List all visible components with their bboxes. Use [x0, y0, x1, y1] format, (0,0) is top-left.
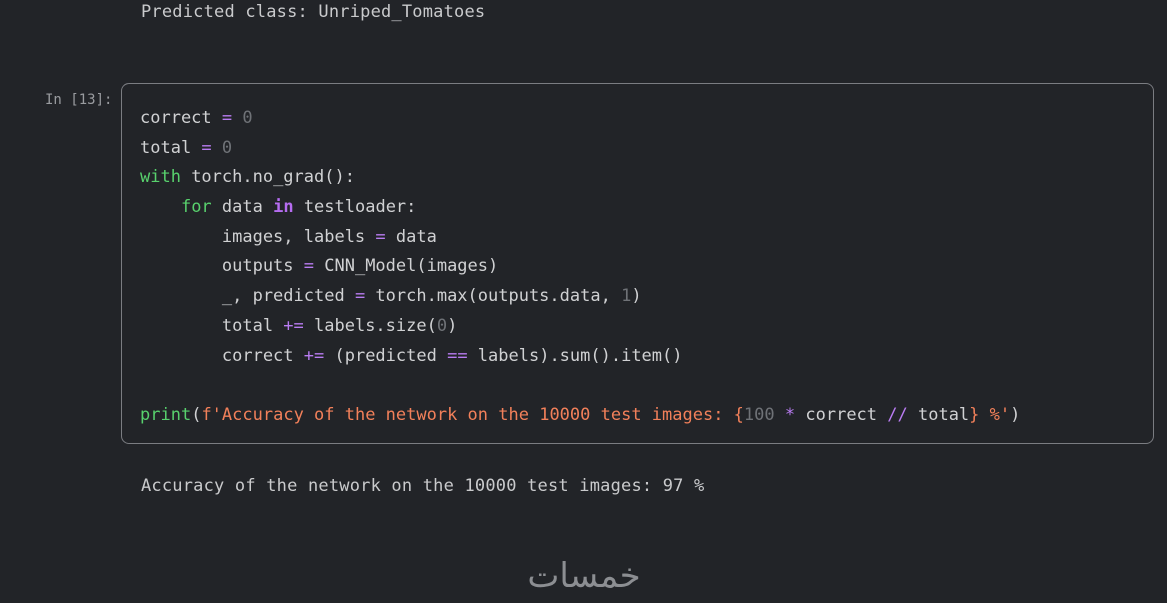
code-line: correct += (predicted == labels).sum().i…: [140, 345, 683, 366]
cell-output: Accuracy of the network on the 10000 tes…: [141, 476, 705, 496]
cell-execution-prompt: In [13]:: [45, 92, 113, 108]
code-line: with torch.no_grad():: [140, 167, 355, 188]
code-line: correct = 0: [140, 108, 253, 128]
code-cell[interactable]: correct = 0 total = 0 with torch.no_grad()…: [121, 83, 1154, 444]
code-line: _, predicted = torch.max(outputs.data, 1…: [140, 286, 642, 307]
code-line: for data in testloader:: [180, 197, 417, 218]
code-line: total = 0: [140, 137, 233, 158]
code-editor[interactable]: correct = 0 total = 0 with torch.no_grad()…: [140, 104, 1020, 431]
previous-cell-output: Predicted class: Unriped_Tomatoes: [141, 2, 486, 22]
code-line: total += labels.size(0): [140, 315, 458, 336]
code-line: images, labels = data: [140, 226, 437, 247]
code-line: outputs = CNN_Model(images): [140, 256, 499, 277]
watermark-text: خمسات: [527, 556, 640, 596]
code-line: print(f'Accuracy of the network on the 1…: [140, 404, 1021, 425]
watermark-logo: خمسات: [527, 556, 640, 596]
